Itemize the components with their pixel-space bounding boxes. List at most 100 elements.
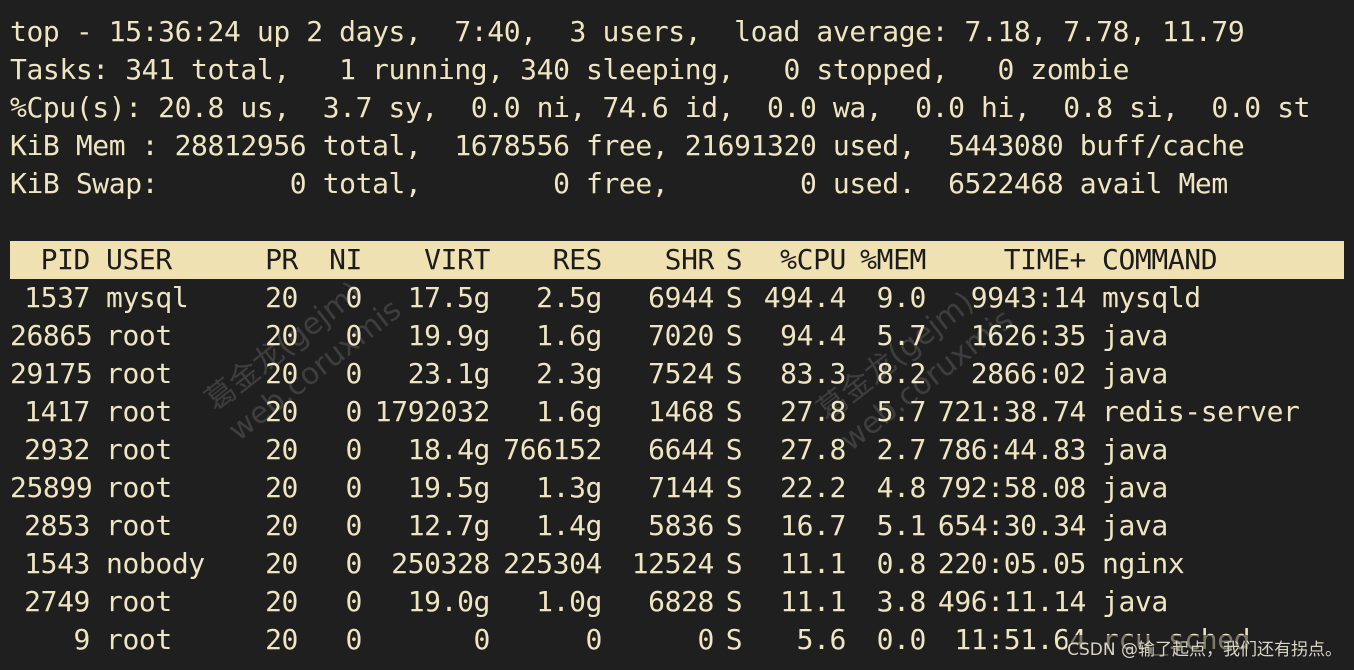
cell-pid: 9 xyxy=(73,623,91,656)
table-row: 29175 root 20 0 23.1g 2.3g 7524 S 83.3 8… xyxy=(10,355,1344,393)
cell-user: root xyxy=(106,357,172,390)
table-row: 2932 root 20 0 18.4g 766152 6644 S 27.8 … xyxy=(10,431,1344,469)
table-row: 2749 root 20 0 19.0g 1.0g 6828 S 11.1 3.… xyxy=(10,583,1344,621)
cell-res: 1.0g xyxy=(536,585,602,618)
cell-time: 220:05.05 xyxy=(937,547,1087,580)
cell-shr: 6944 xyxy=(648,281,714,314)
cell-pr: 20 xyxy=(265,281,298,314)
header-mem: %MEM xyxy=(860,243,926,276)
header-state: S xyxy=(725,243,743,276)
cell-cpu: 5.6 xyxy=(796,623,847,656)
cell-res: 1.6g xyxy=(536,319,602,352)
cell-mem: 2.7 xyxy=(876,433,927,466)
cell-cpu: 16.7 xyxy=(780,509,846,542)
cell-res: 766152 xyxy=(503,433,602,466)
cell-time: 792:58.08 xyxy=(937,471,1087,504)
cell-pr: 20 xyxy=(265,547,298,580)
cell-virt: 19.0g xyxy=(407,585,491,618)
header-ni: NI xyxy=(329,243,362,276)
cell-pid: 2932 xyxy=(24,433,90,466)
cell-pr: 20 xyxy=(265,509,298,542)
cell-pid: 1417 xyxy=(24,395,90,428)
cell-cpu: 27.8 xyxy=(780,395,846,428)
swap-line: KiB Swap: 0 total, 0 free, 0 used. 65224… xyxy=(10,167,1228,200)
header-time: TIME+ xyxy=(1003,243,1087,276)
cell-command: java xyxy=(1102,471,1168,504)
cell-time: 1626:35 xyxy=(970,319,1087,352)
header-pid: PID xyxy=(40,243,91,276)
cell-state: S xyxy=(725,433,743,466)
cell-ni: 0 xyxy=(345,623,363,656)
cell-time: 496:11.14 xyxy=(937,585,1087,618)
cell-command: java xyxy=(1102,319,1168,352)
header-virt: VIRT xyxy=(424,243,490,276)
cell-user: root xyxy=(106,471,172,504)
cell-virt: 1792032 xyxy=(374,395,491,428)
cell-virt: 19.5g xyxy=(407,471,491,504)
cell-ni: 0 xyxy=(345,319,363,352)
table-row: 2853 root 20 0 12.7g 1.4g 5836 S 16.7 5.… xyxy=(10,507,1344,545)
cell-mem: 5.7 xyxy=(876,319,927,352)
cell-pid: 1543 xyxy=(24,547,90,580)
cell-pid: 2853 xyxy=(24,509,90,542)
cell-pr: 20 xyxy=(265,623,298,656)
cell-pr: 20 xyxy=(265,471,298,504)
cell-cpu: 494.4 xyxy=(763,281,847,314)
cell-user: nobody xyxy=(106,547,205,580)
cell-virt: 0 xyxy=(473,623,491,656)
cell-cpu: 11.1 xyxy=(780,585,846,618)
cell-user: root xyxy=(106,623,172,656)
cell-mem: 0.0 xyxy=(876,623,927,656)
cell-cpu: 27.8 xyxy=(780,433,846,466)
cell-user: root xyxy=(106,319,172,352)
cell-ni: 0 xyxy=(345,585,363,618)
cell-ni: 0 xyxy=(345,547,363,580)
cell-ni: 0 xyxy=(345,433,363,466)
cell-pr: 20 xyxy=(265,357,298,390)
cell-user: mysql xyxy=(106,281,189,314)
cell-cpu: 11.1 xyxy=(780,547,846,580)
cell-mem: 4.8 xyxy=(876,471,927,504)
mem-line: KiB Mem : 28812956 total, 1678556 free, … xyxy=(10,129,1245,162)
cell-state: S xyxy=(725,281,743,314)
cell-time: 9943:14 xyxy=(970,281,1087,314)
header-res: RES xyxy=(552,243,603,276)
cell-state: S xyxy=(725,547,743,580)
process-table-body: 1537 mysql 20 0 17.5g 2.5g 6944 S 494.4 … xyxy=(10,279,1344,659)
cell-cpu: 22.2 xyxy=(780,471,846,504)
cell-state: S xyxy=(725,357,743,390)
process-table-header: PID USER PR NI VIRT RES SHR S %CPU %MEM … xyxy=(10,241,1344,279)
cell-mem: 0.8 xyxy=(876,547,927,580)
cell-mem: 5.7 xyxy=(876,395,927,428)
cell-ni: 0 xyxy=(345,395,363,428)
cell-time: 11:51.64 xyxy=(954,623,1086,656)
table-row: 25899 root 20 0 19.5g 1.3g 7144 S 22.2 4… xyxy=(10,469,1344,507)
cell-res: 2.3g xyxy=(536,357,602,390)
cell-command: java xyxy=(1102,357,1168,390)
header-user: USER xyxy=(106,243,172,276)
cell-state: S xyxy=(725,623,743,656)
cell-command: java xyxy=(1102,509,1168,542)
cell-user: root xyxy=(106,395,172,428)
cell-pid: 29175 xyxy=(10,357,93,390)
cell-shr: 6828 xyxy=(648,585,714,618)
cell-command: java xyxy=(1102,433,1168,466)
csdn-credit: CSDN @输了起点，我们还有拐点。 xyxy=(1067,635,1342,660)
cell-pid: 25899 xyxy=(10,471,93,504)
cell-res: 1.3g xyxy=(536,471,602,504)
cell-ni: 0 xyxy=(345,509,363,542)
cell-pr: 20 xyxy=(265,433,298,466)
cell-pr: 20 xyxy=(265,585,298,618)
cell-res: 2.5g xyxy=(536,281,602,314)
cell-pr: 20 xyxy=(265,395,298,428)
cell-shr: 5836 xyxy=(648,509,714,542)
cell-shr: 7524 xyxy=(648,357,714,390)
cell-command: java xyxy=(1102,585,1168,618)
cell-user: root xyxy=(106,433,172,466)
cell-state: S xyxy=(725,319,743,352)
cell-state: S xyxy=(725,471,743,504)
cell-res: 1.4g xyxy=(536,509,602,542)
cell-virt: 12.7g xyxy=(407,509,491,542)
cell-user: root xyxy=(106,585,172,618)
